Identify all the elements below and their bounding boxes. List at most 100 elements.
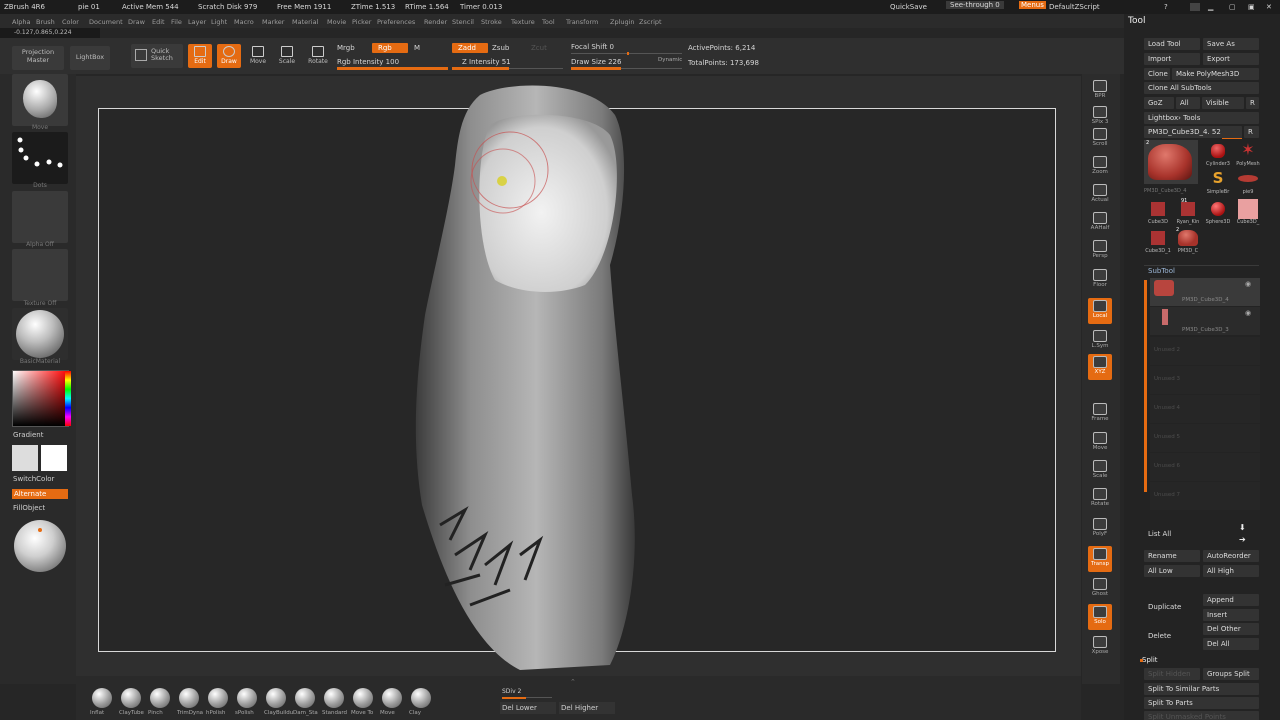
shelf-polyf-button[interactable]: PolyF [1088, 516, 1112, 542]
shelf-frame-button[interactable]: Frame [1088, 401, 1112, 427]
alpha-thumbnail[interactable] [12, 191, 68, 243]
texture-thumbnail[interactable] [12, 249, 68, 301]
hue-strip[interactable] [65, 371, 71, 426]
fill-sphere-icon[interactable] [14, 520, 66, 572]
menu-brush[interactable]: Brush [36, 18, 55, 26]
lightbox-button[interactable]: LightBox [70, 46, 110, 70]
tool-thumbnail-pie9[interactable]: pie9 [1234, 169, 1262, 197]
del-lower-button[interactable]: Del Lower [500, 702, 556, 714]
clone-all-subtools-button[interactable]: Clone All SubTools [1144, 82, 1259, 94]
delete-button[interactable]: Delete [1144, 630, 1200, 642]
color-picker[interactable] [12, 370, 71, 427]
menu-document[interactable]: Document [89, 18, 123, 26]
tool-thumbnail-ryan-kin[interactable]: Ryan_Kin [1174, 199, 1202, 227]
goz-all-button[interactable]: All [1176, 97, 1200, 109]
menu-picker[interactable]: Picker [352, 18, 371, 26]
insert-button[interactable]: Insert [1203, 609, 1259, 621]
lightbox-tools-button[interactable]: Lightbox› Tools [1144, 112, 1259, 124]
export-button[interactable]: Export [1203, 53, 1259, 65]
tool-thumbnail-cube3d-[interactable]: Cube3D_ [1234, 199, 1262, 227]
list-all-button[interactable]: List All [1144, 528, 1200, 540]
maximize-icon[interactable]: ▢ [1229, 3, 1236, 11]
close-icon[interactable]: ✕ [1266, 3, 1272, 11]
shelf-xpose-button[interactable]: Xpose [1088, 634, 1112, 660]
shelf-zoom-button[interactable]: Zoom [1088, 154, 1112, 180]
subtool-empty-slot[interactable]: Unused 7 [1150, 482, 1260, 510]
del-all-button[interactable]: Del All [1203, 638, 1259, 650]
projection-master-button[interactable]: Projection Master [12, 46, 64, 70]
clone-button[interactable]: Clone [1144, 68, 1170, 80]
zcut-toggle[interactable]: Zcut [531, 44, 547, 52]
tool-thumbnail-polymesh[interactable]: ✶ PolyMesh [1234, 141, 1262, 169]
minimize-icon[interactable]: ▁ [1208, 3, 1213, 11]
menu-zplugin[interactable]: Zplugin [610, 18, 635, 26]
save-as-button[interactable]: Save As [1203, 38, 1259, 50]
gradient-label[interactable]: Gradient [13, 431, 43, 439]
selected-tool-thumbnail[interactable] [1144, 140, 1198, 184]
edit-button[interactable]: Edit [188, 44, 212, 68]
make-polymesh-button[interactable]: Make PolyMesh3D [1172, 68, 1259, 80]
menus-button[interactable]: Menus [1019, 1, 1046, 9]
see-through-slider[interactable]: See-through 0 [946, 1, 1004, 9]
groups-split-button[interactable]: Groups Split [1203, 668, 1259, 680]
subtool-empty-slot[interactable]: Unused 6 [1150, 453, 1260, 481]
shelf-scroll-button[interactable]: Scroll [1088, 126, 1112, 152]
menu-file[interactable]: File [171, 18, 182, 26]
quicksave-button[interactable]: QuickSave [890, 3, 927, 11]
shelf-persp-button[interactable]: Persp [1088, 238, 1112, 264]
brush-spolish-icon[interactable] [237, 688, 257, 708]
visibility-eye-icon[interactable]: ◉ [1245, 280, 1251, 288]
brush-thumbnail[interactable] [12, 74, 68, 126]
goz-button[interactable]: GoZ [1144, 97, 1174, 109]
tool-thumbnail-cylinder3[interactable]: Cylinder3 [1204, 141, 1232, 169]
brush-claybuildu-icon[interactable] [266, 688, 286, 708]
autoreorder-button[interactable]: AutoReorder [1203, 550, 1259, 562]
split-hidden-button[interactable]: Split Hidden [1144, 668, 1200, 680]
shelf-solo-button[interactable]: Solo [1088, 604, 1112, 630]
menu-color[interactable]: Color [62, 18, 79, 26]
split-unmasked-button[interactable]: Split Unmasked Points [1144, 711, 1259, 720]
rotate-button[interactable]: Rotate [304, 44, 332, 68]
duplicate-button[interactable]: Duplicate [1144, 601, 1200, 613]
subtool-item-selected[interactable]: PM3D_Cube3D_4 ◉ [1150, 278, 1260, 306]
zsub-toggle[interactable]: Zsub [492, 44, 509, 52]
menu-layer[interactable]: Layer [188, 18, 206, 26]
menu-texture[interactable]: Texture [511, 18, 535, 26]
layout-icon[interactable] [1190, 3, 1200, 11]
menu-alpha[interactable]: Alpha [12, 18, 30, 26]
draw-button[interactable]: Draw [217, 44, 241, 68]
shelf-transp-button[interactable]: Transp [1088, 546, 1112, 572]
menu-light[interactable]: Light [211, 18, 227, 26]
arrow-down-icon[interactable]: ⬇ [1239, 523, 1246, 532]
menu-render[interactable]: Render [424, 18, 447, 26]
split-section-header[interactable]: Split [1142, 656, 1158, 664]
tool-thumbnail-cube3d-1[interactable]: Cube3D_1 [1144, 228, 1172, 256]
brush-standard-icon[interactable] [324, 688, 344, 708]
all-high-button[interactable]: All High [1203, 565, 1259, 577]
rgb-intensity-slider[interactable] [337, 67, 448, 70]
brush-trimdyna-icon[interactable] [179, 688, 199, 708]
menu-zscript[interactable]: Zscript [639, 18, 662, 26]
m-toggle[interactable]: M [414, 44, 420, 52]
stroke-thumbnail[interactable] [12, 132, 68, 184]
subtool-item[interactable]: PM3D_Cube3D_3 ◉ [1150, 307, 1260, 335]
menu-tool[interactable]: Tool [542, 18, 555, 26]
material-thumbnail[interactable] [12, 308, 68, 360]
tool-thumbnail-cube3d[interactable]: Cube3D [1144, 199, 1172, 227]
z-intensity-slider[interactable] [452, 67, 563, 70]
tool-thumbnail-sphere3d[interactable]: Sphere3D [1204, 199, 1232, 227]
current-tool-slider[interactable]: PM3D_Cube3D_4. 52 [1144, 126, 1242, 138]
shelf-xyz-button[interactable]: XYZ [1088, 354, 1112, 380]
menu-transform[interactable]: Transform [566, 18, 598, 26]
shelf-actual-button[interactable]: Actual [1088, 182, 1112, 208]
menu-draw[interactable]: Draw [128, 18, 145, 26]
foot-model[interactable] [400, 85, 660, 675]
help-icon[interactable]: ? [1164, 3, 1168, 11]
brush-move-icon[interactable] [382, 688, 402, 708]
brush-dam-sta-icon[interactable] [295, 688, 315, 708]
shelf-move-button[interactable]: Move [1088, 430, 1112, 456]
menu-stroke[interactable]: Stroke [481, 18, 502, 26]
brush-claytube-icon[interactable] [121, 688, 141, 708]
alternate-button[interactable]: Alternate [12, 489, 68, 499]
subtool-empty-slot[interactable]: Unused 2 [1150, 337, 1260, 365]
